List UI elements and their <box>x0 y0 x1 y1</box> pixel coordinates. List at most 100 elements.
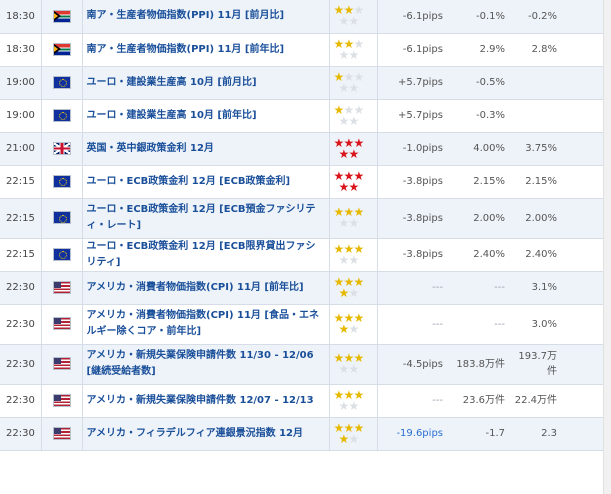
pips-change: -6.1pips <box>377 33 447 67</box>
forecast-value: 2.40% <box>509 238 561 272</box>
importance-rating: ★ ★ ★ ★ ★ <box>329 165 378 199</box>
importance-rating: ★ ★ ★ ★ ★ <box>329 132 378 166</box>
country-flag-cell <box>41 165 83 199</box>
event-time: 22:30 <box>0 271 42 305</box>
table-row[interactable]: 22:15 ユーロ・ECB政策金利 12月 [ECB預金ファシリティ・レート] ★ ★… <box>0 198 604 239</box>
star-icon: ★ <box>348 216 360 230</box>
pips-change-text: -6.1pips <box>402 44 443 55</box>
event-time: 22:30 <box>0 417 42 451</box>
previous-value: 4.00% <box>447 132 509 166</box>
previous-value: -0.3% <box>447 99 509 133</box>
table-row[interactable]: 18:30 南ア・生産者物価指数(PPI) 11月 [前月比] ★ ★ ★ ★ ★ -6.1p… <box>0 0 604 34</box>
us-flag <box>53 318 70 330</box>
importance-rating: ★ ★ ★ ★ ★ <box>329 417 378 451</box>
previous-value-text: 23.6万件 <box>462 395 505 406</box>
event-time: 18:30 <box>0 0 42 34</box>
result-value <box>561 198 604 239</box>
event-name-link[interactable]: アメリカ・フィラデルフィア連銀景況指数 12月 <box>82 417 330 451</box>
pips-change-text: +5.7pips <box>398 77 443 88</box>
table-row[interactable]: 19:00 ユーロ・建設業生産高 10月 [前年比] ★ ★ ★ ★ ★ +5.7pips -0… <box>0 99 604 133</box>
event-time: 18:30 <box>0 33 42 67</box>
forecast-value <box>509 99 561 133</box>
importance-rating: ★ ★ ★ ★ ★ <box>329 198 378 239</box>
result-value <box>561 132 604 166</box>
table-row[interactable]: 22:30 アメリカ・新規失業保険申請件数 12/07 - 12/13 ★ ★ ★ ★ ★ -… <box>0 384 604 418</box>
pips-change-text: --- <box>432 282 443 293</box>
forecast-value: -0.2% <box>509 0 561 34</box>
country-flag-cell <box>41 66 83 100</box>
table-row[interactable]: 22:30 アメリカ・消費者物価指数(CPI) 11月 [食品・エネルギー除くコア… <box>0 304 604 345</box>
forecast-value: 3.0% <box>509 304 561 345</box>
event-name-link[interactable]: ユーロ・建設業生産高 10月 [前年比] <box>82 99 330 133</box>
country-flag-cell <box>41 304 83 345</box>
forecast-value: 2.8% <box>509 33 561 67</box>
forecast-value-text: 2.00% <box>525 212 557 224</box>
forecast-value-text: 193.7万件 <box>518 351 557 377</box>
previous-value-text: -0.3% <box>475 110 505 121</box>
previous-value-text: --- <box>494 318 505 330</box>
previous-value: 183.8万件 <box>447 344 509 385</box>
event-name-link[interactable]: アメリカ・新規失業保険申請件数 11/30 - 12/06 [継続受給者数] <box>82 344 330 385</box>
event-name-link[interactable]: 南ア・生産者物価指数(PPI) 11月 [前年比] <box>82 33 330 67</box>
event-time: 21:00 <box>0 132 42 166</box>
event-name-link[interactable]: ユーロ・ECB政策金利 12月 [ECB限界貸出ファシリティ] <box>82 238 330 272</box>
table-row[interactable]: 19:00 ユーロ・建設業生産高 10月 [前月比] ★ ★ ★ ★ ★ +5.7pips -0… <box>0 66 604 100</box>
pips-change-text: --- <box>432 395 443 406</box>
event-name-link[interactable]: アメリカ・消費者物価指数(CPI) 11月 [前年比] <box>82 271 330 305</box>
forecast-value-text: 2.40% <box>525 249 557 260</box>
event-name-link[interactable]: アメリカ・消費者物価指数(CPI) 11月 [食品・エネルギー除くコア・前年比] <box>82 304 330 345</box>
pips-change-text: +5.7pips <box>398 110 443 121</box>
previous-value: 2.15% <box>447 165 509 199</box>
star-icon: ★ <box>348 285 360 300</box>
table-row[interactable]: 22:30 アメリカ・消費者物価指数(CPI) 11月 [前年比] ★ ★ ★ ★ ★ ---… <box>0 271 604 305</box>
event-name-link[interactable]: 英国・英中銀政策金利 12月 <box>82 132 330 166</box>
previous-value-text: -0.5% <box>475 77 505 88</box>
star-icon: ★ <box>348 322 360 336</box>
table-row[interactable]: 22:15 ユーロ・ECB政策金利 12月 [ECB限界貸出ファシリティ] ★ ★ ★ ★… <box>0 238 604 272</box>
table-row[interactable]: 18:30 南ア・生産者物価指数(PPI) 11月 [前年比] ★ ★ ★ ★ ★ -6.1p… <box>0 33 604 67</box>
vertical-scrollbar[interactable] <box>603 0 611 494</box>
south-africa-flag <box>53 43 70 55</box>
previous-value: 2.40% <box>447 238 509 272</box>
forecast-value: 2.3 <box>509 417 561 451</box>
country-flag-cell <box>41 198 83 239</box>
forecast-value-text: 3.75% <box>525 143 557 154</box>
pips-change-text: -4.5pips <box>402 358 443 370</box>
event-name-link[interactable]: ユーロ・ECB政策金利 12月 [ECB預金ファシリティ・レート] <box>82 198 330 239</box>
pips-change: +5.7pips <box>377 99 447 133</box>
us-flag <box>53 427 70 439</box>
result-value <box>561 384 604 418</box>
pips-change-text: -6.1pips <box>402 10 443 22</box>
pips-change-text: -3.8pips <box>402 176 443 187</box>
importance-rating: ★ ★ ★ ★ ★ <box>329 238 378 272</box>
event-name-link[interactable]: 南ア・生産者物価指数(PPI) 11月 [前月比] <box>82 0 330 34</box>
event-name-link[interactable]: ユーロ・建設業生産高 10月 [前月比] <box>82 66 330 100</box>
table-row[interactable]: 22:30 アメリカ・フィラデルフィア連銀景況指数 12月 ★ ★ ★ ★ ★ -19.6pi… <box>0 417 604 451</box>
previous-value: -0.1% <box>447 0 509 34</box>
forecast-value-text: 2.8% <box>531 44 557 55</box>
table-row[interactable]: 22:15 ユーロ・ECB政策金利 12月 [ECB政策金利] ★ ★ ★ ★ ★ -3.8p… <box>0 165 604 199</box>
importance-rating: ★ ★ ★ ★ ★ <box>329 33 378 67</box>
country-flag-cell <box>41 344 83 385</box>
result-value <box>561 99 604 133</box>
result-value <box>561 33 604 67</box>
forecast-value-text: 2.15% <box>525 176 557 187</box>
us-flag <box>53 358 70 370</box>
table-row[interactable]: 21:00 英国・英中銀政策金利 12月 ★ ★ ★ ★ ★ -1.0pips 4.00% 3.7… <box>0 132 604 166</box>
pips-change: -6.1pips <box>377 0 447 34</box>
importance-rating: ★ ★ ★ ★ ★ <box>329 99 378 133</box>
table-row[interactable]: 22:30 アメリカ・新規失業保険申請件数 11/30 - 12/06 [継続受給… <box>0 344 604 385</box>
star-icon: ★ <box>348 398 360 413</box>
uk-flag <box>53 142 70 154</box>
event-name-link[interactable]: ユーロ・ECB政策金利 12月 [ECB政策金利] <box>82 165 330 199</box>
importance-rating: ★ ★ ★ ★ ★ <box>329 344 378 385</box>
event-name-link[interactable]: アメリカ・新規失業保険申請件数 12/07 - 12/13 <box>82 384 330 418</box>
previous-value-text: 2.40% <box>473 249 505 260</box>
pips-change: -3.8pips <box>377 238 447 272</box>
country-flag-cell <box>41 33 83 67</box>
previous-value-text: --- <box>494 282 505 293</box>
result-value <box>561 304 604 345</box>
event-time: 22:15 <box>0 198 42 239</box>
result-value <box>561 238 604 272</box>
previous-value: 2.9% <box>447 33 509 67</box>
